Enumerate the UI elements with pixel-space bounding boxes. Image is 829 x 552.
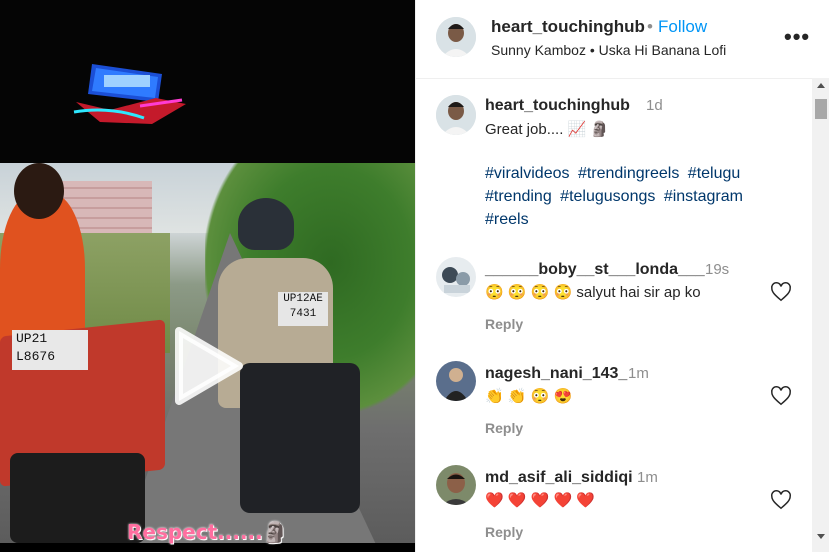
scroll-down-arrow-icon[interactable] [817,534,825,539]
avatar-image [436,17,476,57]
comment-username[interactable]: ______boby__st___londa___ [485,261,705,279]
comment-username[interactable]: nagesh_nani_143_ [485,365,627,383]
comment-text: ❤️ ❤️ ❤️ ❤️ ❤️ [485,492,596,509]
hashtag[interactable]: #trending [485,188,552,205]
post-text: Great job.... 📈 🗿 [485,121,610,138]
follow-button[interactable]: Follow [658,17,707,37]
neon-logo-graphic [73,64,186,124]
play-icon[interactable] [165,325,247,407]
rider-head [14,163,64,219]
reel-video[interactable]: UP21 L8676 UP12AE 7431 Respect......🗿 [0,0,415,552]
plate-left-line1: UP21 [16,331,48,346]
scrollbar-thumb[interactable] [815,99,827,119]
reply-button[interactable]: Reply [485,524,523,540]
video-top-black-bar [0,0,415,163]
like-heart-icon[interactable] [770,385,792,407]
plate-right-line1: UP12AE [283,293,323,305]
more-options-icon[interactable]: ••• [784,24,810,50]
comment-text: 👏 👏 😳 😍 [485,388,573,405]
number-plate-right: UP12AE 7431 [278,292,328,326]
comment-text: 😳 😳 😳 😳 salyut hai sir ap ko [485,284,701,301]
like-heart-icon[interactable] [770,489,792,511]
reply-button[interactable]: Reply [485,420,523,436]
avatar[interactable] [436,361,476,401]
post-side-panel: heart_touchinghub • Follow Sunny Kamboz … [415,0,829,552]
comment-time: 1m [628,365,649,382]
audio-track[interactable]: Sunny Kamboz • Uska Hi Banana Lofi [491,42,726,58]
avatar-image [436,465,476,505]
hashtag[interactable]: #telugu [688,165,741,182]
hashtag[interactable]: #viralvideos [485,165,569,182]
hashtag[interactable]: #telugusongs [560,188,655,205]
comment-username[interactable]: md_asif_ali_siddiqi [485,469,633,487]
comment-time: 19s [705,261,730,278]
avatar[interactable] [436,17,476,57]
comment-time: 1m [637,469,658,486]
comments-feed[interactable]: heart_touchinghub 1d Great job.... 📈 🗿 #… [416,78,812,552]
motorbike-left [10,453,145,543]
header-separator: • [647,17,653,36]
plate-left-line2: L8676 [16,349,56,364]
scroll-up-arrow-icon[interactable] [817,83,825,88]
video-caption: Respect......🗿 [127,520,288,544]
motorbike-right [240,363,360,513]
post-username[interactable]: heart_touchinghub [485,97,630,115]
avatar-image [436,257,476,297]
scrollbar[interactable] [812,78,829,552]
avatar[interactable] [436,95,476,135]
avatar-image [436,361,476,401]
hashtag[interactable]: #instagram [664,188,743,205]
reply-button[interactable]: Reply [485,316,523,332]
avatar[interactable] [436,257,476,297]
hashtag-list: #viralvideos #trendingreels #telugu #tre… [485,162,785,231]
hashtag[interactable]: #trendingreels [578,165,679,182]
avatar[interactable] [436,465,476,505]
hashtag[interactable]: #reels [485,211,529,228]
header-username[interactable]: heart_touchinghub [491,17,645,37]
plate-right-line2: 7431 [289,308,317,320]
helmet [238,198,294,250]
avatar-image [436,95,476,135]
post-time: 1d [646,97,663,114]
number-plate-left: UP21 L8676 [12,330,88,370]
like-heart-icon[interactable] [770,281,792,303]
post-header: heart_touchinghub • Follow Sunny Kamboz … [416,0,829,79]
